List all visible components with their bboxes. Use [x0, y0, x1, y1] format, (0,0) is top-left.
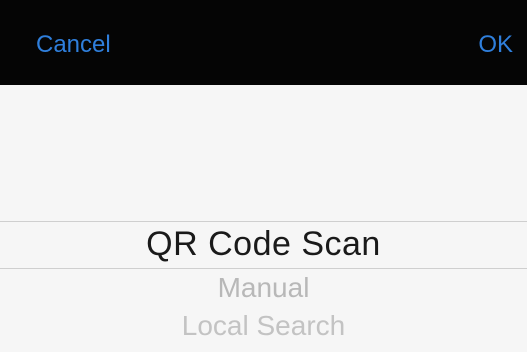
selection-indicator-top-line [0, 221, 527, 222]
cancel-button[interactable]: Cancel [36, 30, 111, 60]
ok-button[interactable]: OK [478, 30, 513, 60]
top-toolbar: Cancel OK [0, 0, 527, 85]
picker-option-selected[interactable]: QR Code Scan [0, 224, 527, 264]
picker-fade [0, 85, 527, 215]
picker-option-manual[interactable]: Manual [0, 272, 527, 304]
option-picker-wheel[interactable]: QR Code Scan Manual Local Search [0, 85, 527, 352]
selection-indicator-bottom-line [0, 268, 527, 269]
picker-option-local-search[interactable]: Local Search [0, 310, 527, 342]
picker-screen: Cancel OK QR Code Scan Manual Local Sear… [0, 0, 527, 352]
